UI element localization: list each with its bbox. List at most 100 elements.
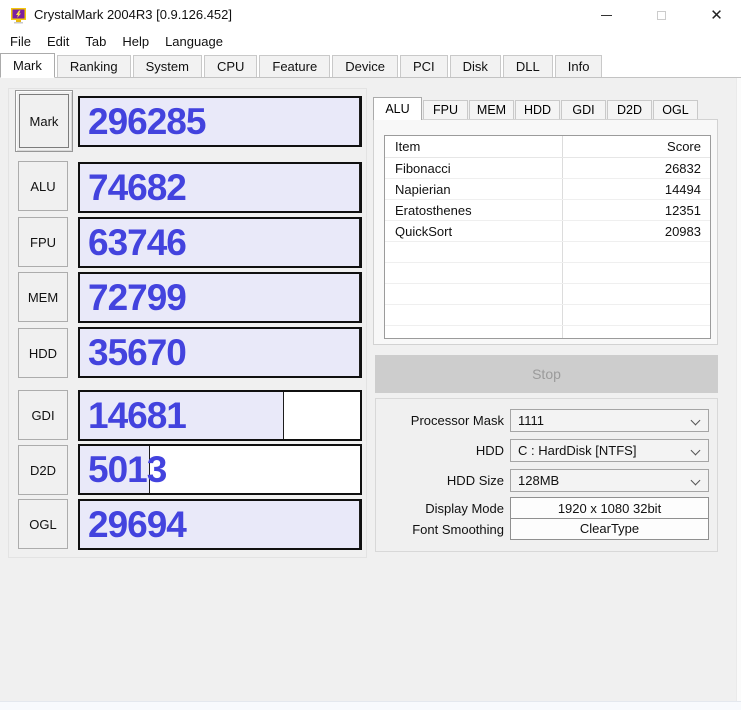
tab-dll[interactable]: DLL xyxy=(503,55,553,77)
hdd-size-combobox[interactable]: 128MB xyxy=(510,469,709,492)
table-empty-row xyxy=(385,284,710,305)
hdd-size-value: 128MB xyxy=(518,473,559,488)
table-empty-row xyxy=(385,305,710,326)
run-d2d-button[interactable]: D2D xyxy=(18,445,68,495)
run-hdd-button[interactable]: HDD xyxy=(18,328,68,378)
row-item-label: Eratosthenes xyxy=(385,203,562,218)
run-ogl-button[interactable]: OGL xyxy=(18,499,68,549)
row-score-value: 20983 xyxy=(562,224,710,239)
hdd-score-box: 35670 xyxy=(78,327,362,378)
app-icon xyxy=(10,7,27,24)
display-mode-label: Display Mode xyxy=(376,501,510,516)
hdd-score-value: 35670 xyxy=(88,332,186,374)
detail-tab-strip: ALU FPU MEM HDD GDI D2D OGL xyxy=(373,97,699,120)
result-table: Item Score Fibonacci 26832 Napierian 144… xyxy=(384,135,711,339)
table-row[interactable]: Fibonacci 26832 xyxy=(385,158,710,179)
table-empty-row xyxy=(385,263,710,284)
minimize-icon xyxy=(601,15,612,16)
tab-cpu[interactable]: CPU xyxy=(204,55,257,77)
fpu-score-box: 63746 xyxy=(78,217,362,268)
alu-score-value: 74682 xyxy=(88,167,186,209)
tab-device[interactable]: Device xyxy=(332,55,398,77)
hdd-value: C : HardDisk [NTFS] xyxy=(518,443,636,458)
detail-tab-alu[interactable]: ALU xyxy=(373,97,422,120)
menu-help[interactable]: Help xyxy=(114,32,157,51)
run-alu-button[interactable]: ALU xyxy=(18,161,68,211)
column-header-item: Item xyxy=(385,139,562,154)
tab-ranking[interactable]: Ranking xyxy=(57,55,131,77)
display-mode-value: 1920 x 1080 32bit xyxy=(510,497,709,519)
fpu-score-value: 63746 xyxy=(88,222,186,264)
main-tab-strip: Mark Ranking System CPU Feature Device P… xyxy=(0,52,741,78)
font-smoothing-label: Font Smoothing xyxy=(376,522,510,537)
detail-tab-fpu[interactable]: FPU xyxy=(423,100,468,120)
tab-pci[interactable]: PCI xyxy=(400,55,448,77)
menu-edit[interactable]: Edit xyxy=(39,32,77,51)
row-item-label: Fibonacci xyxy=(385,161,562,176)
maximize-icon xyxy=(657,11,666,20)
client-area: Mark ALU FPU MEM HDD GDI D2D OGL 296285 … xyxy=(0,78,741,701)
settings-group: Processor Mask 1111 HDD C : HardDisk [NT… xyxy=(375,398,718,552)
run-fpu-button[interactable]: FPU xyxy=(18,217,68,267)
tab-info[interactable]: Info xyxy=(555,55,603,77)
window-bottom-edge xyxy=(0,701,741,710)
row-score-value: 14494 xyxy=(562,182,710,197)
chevron-down-icon xyxy=(691,476,701,486)
row-item-label: QuickSort xyxy=(385,224,562,239)
gdi-score-box: 14681 xyxy=(78,390,362,441)
processor-mask-combobox[interactable]: 1111 xyxy=(510,409,709,432)
column-header-score: Score xyxy=(562,139,710,154)
mem-score-value: 72799 xyxy=(88,277,186,319)
window-title: CrystalMark 2004R3 [0.9.126.452] xyxy=(34,7,232,22)
detail-tab-page: Item Score Fibonacci 26832 Napierian 144… xyxy=(373,119,718,345)
minimize-button[interactable] xyxy=(584,0,629,30)
title-bar: CrystalMark 2004R3 [0.9.126.452] ✕ xyxy=(0,0,741,30)
processor-mask-label: Processor Mask xyxy=(376,413,510,428)
ogl-score-box: 29694 xyxy=(78,499,362,550)
hdd-combobox[interactable]: C : HardDisk [NTFS] xyxy=(510,439,709,462)
ogl-score-value: 29694 xyxy=(88,504,186,546)
tab-feature[interactable]: Feature xyxy=(259,55,330,77)
detail-tab-hdd[interactable]: HDD xyxy=(515,100,560,120)
menu-file[interactable]: File xyxy=(2,32,39,51)
close-icon: ✕ xyxy=(710,8,723,23)
processor-mask-value: 1111 xyxy=(518,413,544,428)
hdd-label: HDD xyxy=(376,443,510,458)
table-row[interactable]: Napierian 14494 xyxy=(385,179,710,200)
run-mark-button[interactable]: Mark xyxy=(15,90,73,152)
gdi-score-value: 14681 xyxy=(88,395,186,437)
chevron-down-icon xyxy=(691,416,701,426)
mark-score-value: 296285 xyxy=(88,101,205,143)
detail-tab-mem[interactable]: MEM xyxy=(469,100,514,120)
detail-tab-gdi[interactable]: GDI xyxy=(561,100,606,120)
detail-tab-d2d[interactable]: D2D xyxy=(607,100,652,120)
run-mark-button-label: Mark xyxy=(19,94,69,148)
tab-system[interactable]: System xyxy=(133,55,202,77)
font-smoothing-value: ClearType xyxy=(510,518,709,540)
d2d-score-value: 5013 xyxy=(88,449,166,491)
row-score-value: 26832 xyxy=(562,161,710,176)
menu-language[interactable]: Language xyxy=(157,32,231,51)
mark-score-box: 296285 xyxy=(78,96,362,147)
stop-button[interactable]: Stop xyxy=(375,355,718,393)
mem-score-box: 72799 xyxy=(78,272,362,323)
alu-score-box: 74682 xyxy=(78,162,362,213)
table-row[interactable]: Eratosthenes 12351 xyxy=(385,200,710,221)
d2d-score-box: 5013 xyxy=(78,444,362,495)
hdd-size-label: HDD Size xyxy=(376,473,510,488)
row-score-value: 12351 xyxy=(562,203,710,218)
table-row[interactable]: QuickSort 20983 xyxy=(385,221,710,242)
close-button[interactable]: ✕ xyxy=(694,0,739,30)
tab-disk[interactable]: Disk xyxy=(450,55,501,77)
tab-mark[interactable]: Mark xyxy=(0,53,55,78)
menu-tab[interactable]: Tab xyxy=(77,32,114,51)
run-mem-button[interactable]: MEM xyxy=(18,272,68,322)
chevron-down-icon xyxy=(691,446,701,456)
run-gdi-button[interactable]: GDI xyxy=(18,390,68,440)
detail-tab-ogl[interactable]: OGL xyxy=(653,100,698,120)
maximize-button xyxy=(639,0,684,30)
menu-bar: File Edit Tab Help Language xyxy=(0,30,741,52)
table-header-row: Item Score xyxy=(385,136,710,158)
table-empty-row xyxy=(385,242,710,263)
row-item-label: Napierian xyxy=(385,182,562,197)
